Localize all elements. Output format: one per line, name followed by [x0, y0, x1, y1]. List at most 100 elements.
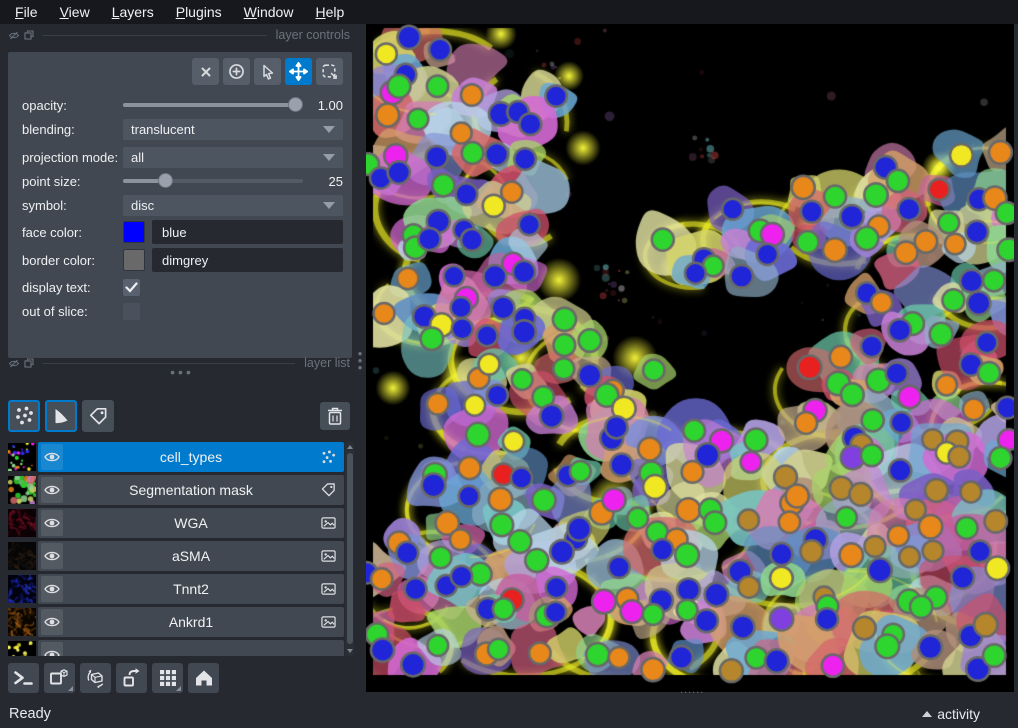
hide-dock-icon[interactable] — [9, 359, 19, 368]
triangle-up-icon — [922, 711, 932, 717]
layer-row-asma[interactable]: aSMA — [8, 541, 344, 571]
projection-mode-label: projection mode: — [22, 150, 123, 165]
corner-menu-indicator — [176, 686, 181, 691]
image-layer-icon — [321, 549, 336, 564]
home-button[interactable] — [188, 663, 219, 693]
visibility-eye-icon[interactable] — [41, 510, 63, 536]
layer-row-body[interactable] — [38, 640, 344, 656]
opacity-slider-handle[interactable] — [288, 97, 303, 112]
float-dock-icon[interactable] — [24, 358, 34, 368]
layer-row-ankrd1[interactable]: Ankrd1 — [8, 607, 344, 637]
layer-controls-toolbar — [192, 58, 343, 85]
menu-view[interactable]: View — [49, 1, 101, 23]
visibility-eye-icon[interactable] — [41, 642, 63, 656]
blending-value: translucent — [131, 122, 195, 137]
add-points-button[interactable] — [223, 58, 250, 85]
delete-points-button[interactable] — [192, 58, 219, 85]
visibility-eye-icon[interactable] — [41, 444, 63, 470]
border-color-row: border color: dimgrey — [22, 248, 343, 272]
layer-row-body[interactable]: cell_types — [38, 442, 344, 472]
display-text-checkbox[interactable] — [123, 279, 140, 296]
layer-row-partial[interactable] — [8, 640, 344, 656]
status-bar: Ready activity — [0, 700, 1018, 728]
border-color-value: dimgrey — [162, 253, 208, 268]
layer-row-tnnt2[interactable]: Tnnt2 — [8, 574, 344, 604]
layer-row-segmentation-mask[interactable]: Segmentation mask — [8, 475, 344, 505]
face-color-field[interactable]: blue — [152, 220, 343, 244]
new-labels-layer-button[interactable] — [82, 400, 114, 432]
chevron-down-icon — [323, 202, 335, 209]
layer-list-title: layer list — [304, 356, 350, 370]
face-color-swatch[interactable] — [123, 221, 145, 243]
visibility-eye-icon[interactable] — [41, 477, 63, 503]
ndisplay-button[interactable] — [44, 663, 75, 693]
new-points-layer-button[interactable] — [8, 400, 40, 432]
layer-row-cell_types[interactable]: cell_types — [8, 442, 344, 472]
points-layer-icon — [321, 450, 336, 465]
viewer-buttons — [8, 663, 219, 693]
delete-layer-button[interactable] — [320, 402, 350, 430]
new-layer-buttons — [8, 400, 114, 432]
out-of-slice-row: out of slice: — [22, 300, 343, 322]
layer-name: aSMA — [68, 548, 314, 564]
layer-thumbnail — [8, 608, 36, 636]
scrollbar-handle[interactable] — [347, 453, 353, 644]
float-dock-icon[interactable] — [24, 30, 34, 40]
hide-dock-icon[interactable] — [9, 31, 19, 40]
layer-row-body[interactable]: Ankrd1 — [38, 607, 344, 637]
scroll-down-icon[interactable] — [345, 646, 354, 656]
layer-row-body[interactable]: Segmentation mask — [38, 475, 344, 505]
border-color-label: border color: — [22, 253, 123, 268]
canvas-dock — [366, 24, 1014, 692]
projection-mode-dropdown[interactable]: all — [123, 147, 343, 168]
transpose-dimensions-button[interactable] — [116, 663, 147, 693]
menu-help[interactable]: Help — [304, 1, 355, 23]
symbol-dropdown[interactable]: disc — [123, 195, 343, 216]
point-size-slider-handle[interactable] — [158, 173, 173, 188]
menu-file[interactable]: File — [4, 1, 49, 23]
menu-plugins[interactable]: Plugins — [165, 1, 233, 23]
opacity-row: opacity: 1.00 — [22, 94, 343, 116]
face-color-row: face color: blue — [22, 220, 343, 244]
activity-button[interactable]: activity — [922, 706, 980, 722]
blending-row: blending: translucent — [22, 118, 343, 140]
layer-list-scrollbar[interactable] — [345, 442, 354, 656]
pan-zoom-button[interactable] — [285, 58, 312, 85]
console-button[interactable] — [8, 663, 39, 693]
menu-window[interactable]: Window — [233, 1, 305, 23]
image-layer-icon — [321, 615, 336, 630]
layer-row-body[interactable]: WGA — [38, 508, 344, 538]
symbol-label: symbol: — [22, 198, 123, 213]
display-text-row: display text: — [22, 276, 343, 298]
layer-list-rows: cell_typesSegmentation maskWGA aSMA Tnnt2A… — [8, 442, 344, 656]
face-color-value: blue — [162, 225, 187, 240]
menu-layers[interactable]: Layers — [101, 1, 165, 23]
activity-splitter-handle[interactable]: ...... — [680, 686, 704, 694]
opacity-value: 1.00 — [309, 98, 343, 113]
transform-button[interactable] — [316, 58, 343, 85]
layer-list-titlebar: layer list — [9, 356, 350, 370]
border-color-swatch[interactable] — [123, 249, 145, 271]
layer-row-body[interactable]: aSMA — [38, 541, 344, 571]
opacity-slider[interactable] — [123, 94, 303, 116]
labels-layer-icon — [321, 483, 336, 498]
blending-dropdown[interactable]: translucent — [123, 119, 343, 140]
layer-row-wga[interactable]: WGA — [8, 508, 344, 538]
select-points-button[interactable] — [254, 58, 281, 85]
layer-controls-title: layer controls — [276, 28, 350, 42]
layer-thumbnail — [8, 641, 36, 656]
new-shapes-layer-button[interactable] — [45, 400, 77, 432]
roll-dimensions-button[interactable] — [80, 663, 111, 693]
grid-view-button[interactable] — [152, 663, 183, 693]
viewer-canvas[interactable] — [366, 24, 1014, 692]
out-of-slice-checkbox[interactable] — [123, 303, 140, 320]
point-size-slider[interactable] — [123, 170, 303, 192]
visibility-eye-icon[interactable] — [41, 609, 63, 635]
face-color-label: face color: — [22, 225, 123, 240]
visibility-eye-icon[interactable] — [41, 576, 63, 602]
border-color-field[interactable]: dimgrey — [152, 248, 343, 272]
visibility-eye-icon[interactable] — [41, 543, 63, 569]
vertical-splitter-handle[interactable]: ••• — [356, 350, 364, 371]
layer-row-body[interactable]: Tnnt2 — [38, 574, 344, 604]
scroll-up-icon[interactable] — [345, 442, 354, 452]
